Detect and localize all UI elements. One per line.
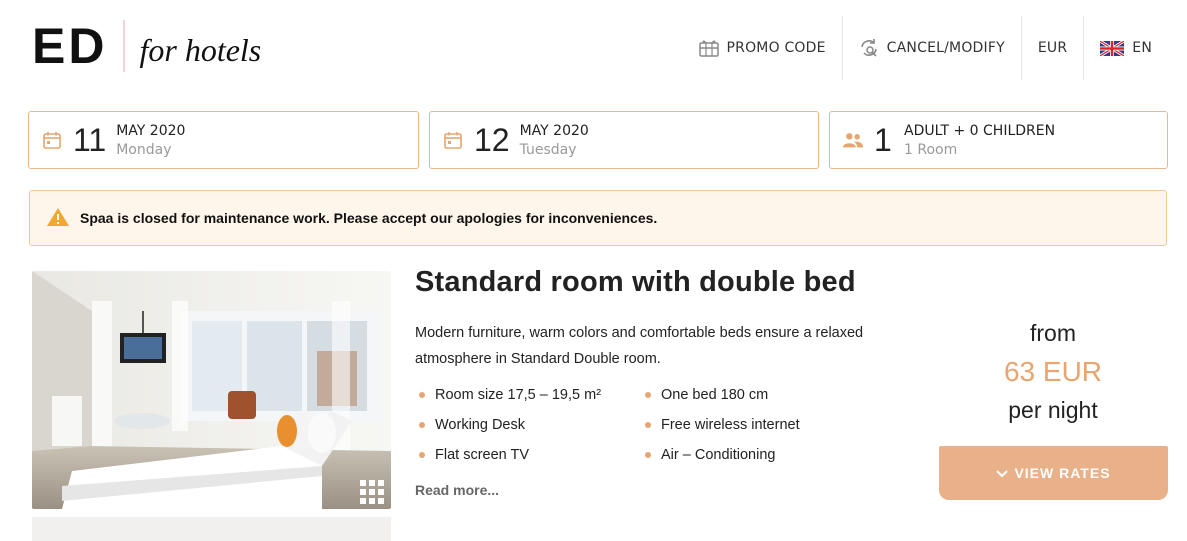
brand-logo[interactable]: ED for hotels	[32, 18, 261, 74]
guests-summary: ADULT + 0 CHILDREN	[904, 122, 1056, 139]
gallery-grid-icon[interactable]	[359, 479, 385, 505]
amenity-label: One bed 180 cm	[661, 387, 769, 403]
cancel-modify-button[interactable]: CANCEL/MODIFY	[841, 16, 1021, 80]
room-description: Modern furniture, warm colors and comfor…	[415, 325, 864, 367]
price-block: from 63 EUR per night	[939, 318, 1167, 425]
language-label: EN	[1132, 40, 1152, 56]
refresh-search-icon	[859, 38, 879, 58]
currency-label: EUR	[1037, 40, 1068, 56]
promo-code-button[interactable]: PROMO CODE	[683, 16, 842, 80]
bullet-icon	[645, 422, 651, 428]
amenity-label: Air – Conditioning	[661, 447, 776, 463]
alert-message: Spaa is closed for maintenance work. Ple…	[80, 210, 658, 226]
people-icon	[842, 129, 864, 151]
guest-count: 1	[874, 122, 892, 158]
price-per-label: per night	[1008, 397, 1098, 423]
amenity-label: Working Desk	[435, 417, 525, 433]
amenity-item: Room size 17,5 – 19,5 m²	[419, 384, 645, 406]
top-navigation: PROMO CODE CANCEL/MODIFY EUR EN	[683, 16, 1169, 80]
amenity-item: One bed 180 cm	[645, 384, 845, 406]
logo-divider	[123, 20, 126, 72]
calendar-icon	[442, 129, 464, 151]
gift-card-icon	[698, 38, 719, 58]
chevron-down-icon	[996, 465, 1009, 481]
amenity-item: Free wireless internet	[645, 414, 845, 436]
uk-flag-icon	[1099, 39, 1126, 57]
view-rates-button[interactable]: VIEW RATES	[939, 446, 1168, 500]
checkin-month-year: MAY 2020	[116, 122, 186, 139]
room-photo[interactable]	[32, 271, 391, 509]
amenity-item: Air – Conditioning	[645, 444, 845, 466]
price-from-label: from	[1030, 320, 1076, 346]
checkin-day: 11	[73, 122, 107, 158]
checkout-weekday: Tuesday	[519, 141, 577, 158]
amenity-label: Room size 17,5 – 19,5 m²	[435, 387, 602, 403]
room-title: Standard room with double bed	[415, 266, 856, 298]
amenity-item: Flat screen TV	[419, 444, 645, 466]
amenity-label: Flat screen TV	[435, 447, 530, 463]
bullet-icon	[419, 392, 425, 398]
calendar-icon	[41, 129, 63, 151]
checkout-date-field[interactable]: 12 MAY 2020 Tuesday	[429, 111, 819, 169]
brand-name: ED	[32, 18, 108, 74]
amenity-label: Free wireless internet	[661, 417, 800, 433]
currency-selector[interactable]: EUR	[1020, 16, 1083, 80]
brand-tagline: for hotels	[139, 31, 262, 68]
checkout-day: 12	[474, 122, 510, 158]
warning-icon	[46, 207, 70, 229]
bullet-icon	[419, 452, 425, 458]
guests-field[interactable]: 1 ADULT + 0 CHILDREN 1 Room	[829, 111, 1168, 169]
view-rates-label: VIEW RATES	[1014, 465, 1111, 481]
checkout-month-year: MAY 2020	[519, 122, 589, 139]
cancel-modify-label: CANCEL/MODIFY	[886, 40, 1005, 56]
next-room-photo[interactable]	[32, 517, 391, 541]
language-selector[interactable]: EN	[1083, 16, 1168, 80]
price-amount: 63 EUR	[1003, 356, 1103, 387]
read-more-link[interactable]: Read more...	[415, 482, 499, 498]
promo-code-label: PROMO CODE	[726, 40, 826, 56]
checkin-date-field[interactable]: 11 MAY 2020 Monday	[28, 111, 419, 169]
amenity-item: Working Desk	[419, 414, 645, 436]
bullet-icon	[645, 452, 651, 458]
bullet-icon	[645, 392, 651, 398]
checkin-weekday: Monday	[116, 141, 172, 158]
maintenance-alert: Spaa is closed for maintenance work. Ple…	[29, 190, 1167, 246]
amenities-list: Room size 17,5 – 19,5 m² One bed 180 cm …	[419, 384, 839, 466]
rooms-count: 1 Room	[904, 141, 958, 158]
bullet-icon	[419, 422, 425, 428]
